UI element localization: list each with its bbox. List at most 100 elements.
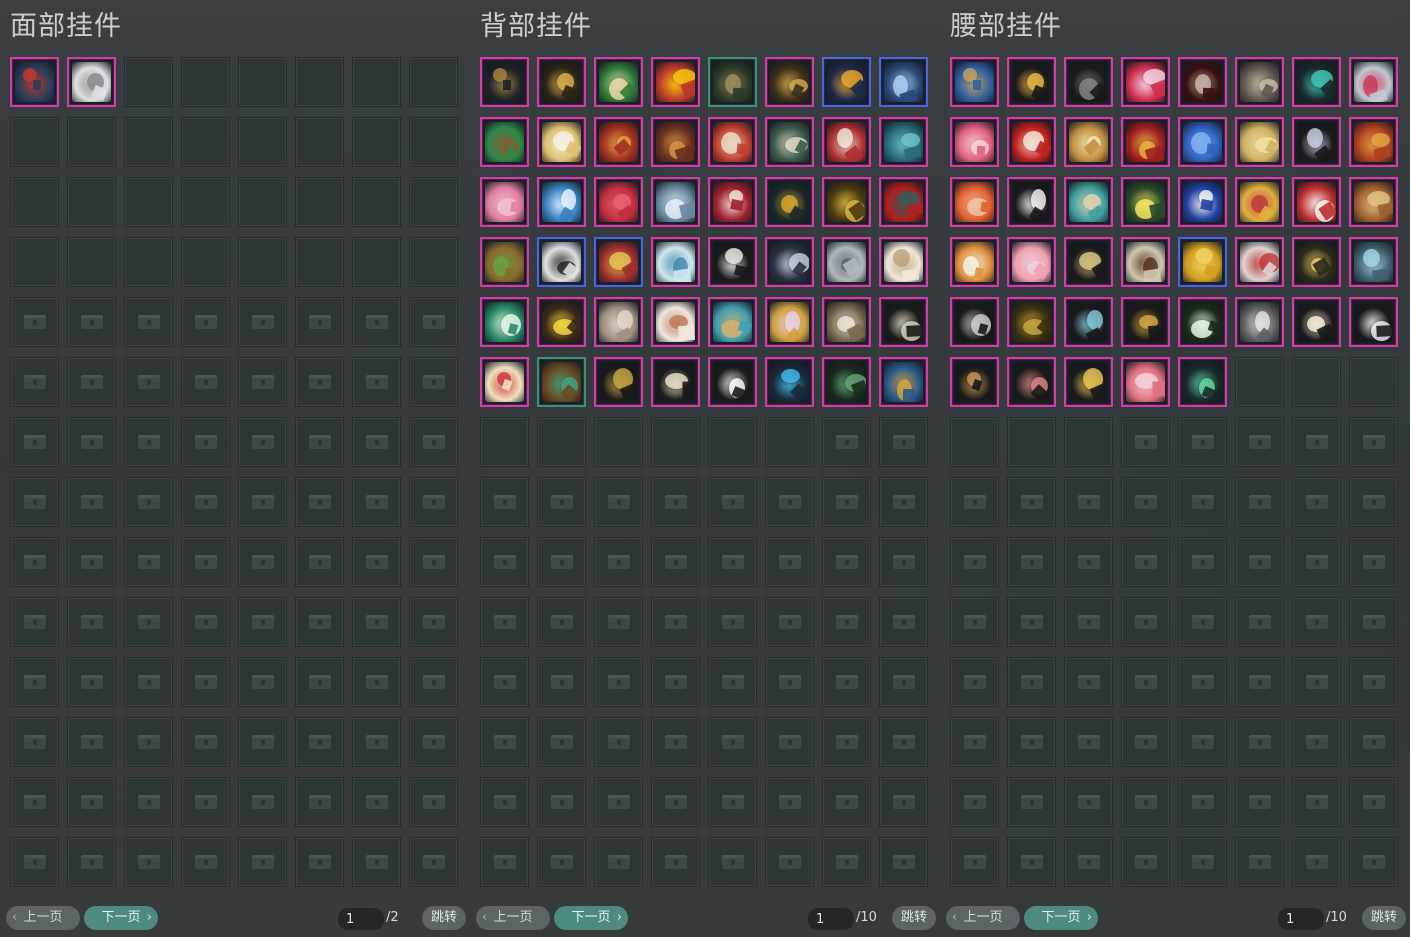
pendant-slot[interactable] [537, 297, 586, 347]
pendant-slot[interactable] [1121, 237, 1170, 287]
pendant-slot[interactable] [879, 297, 928, 347]
page-number-input[interactable] [338, 908, 384, 930]
pendant-slot[interactable] [1235, 237, 1284, 287]
empty-slot[interactable] [352, 177, 401, 227]
next-page-button[interactable]: 下一页 [554, 906, 628, 930]
empty-slot[interactable] [409, 117, 458, 167]
empty-slot[interactable] [651, 417, 700, 467]
pendant-slot[interactable] [822, 237, 871, 287]
pendant-slot[interactable] [1349, 297, 1398, 347]
pendant-slot[interactable] [480, 357, 529, 407]
pendant-slot[interactable] [480, 297, 529, 347]
pendant-slot[interactable] [480, 177, 529, 227]
pendant-slot[interactable] [879, 117, 928, 167]
prev-page-button[interactable]: 上一页 [476, 906, 550, 930]
pendant-slot[interactable] [1121, 297, 1170, 347]
pendant-slot[interactable] [1007, 297, 1056, 347]
pendant-slot[interactable] [950, 177, 999, 227]
pendant-slot[interactable] [765, 57, 814, 107]
empty-slot[interactable] [181, 57, 230, 107]
pendant-slot[interactable] [822, 177, 871, 227]
pendant-slot[interactable] [537, 117, 586, 167]
empty-slot[interactable] [352, 117, 401, 167]
pendant-slot[interactable] [651, 297, 700, 347]
empty-slot[interactable] [409, 237, 458, 287]
pendant-slot[interactable] [480, 57, 529, 107]
pendant-slot[interactable] [822, 117, 871, 167]
empty-slot[interactable] [1064, 417, 1113, 467]
empty-slot[interactable] [537, 417, 586, 467]
empty-slot[interactable] [181, 177, 230, 227]
empty-slot[interactable] [1235, 357, 1284, 407]
pendant-slot[interactable] [1178, 237, 1227, 287]
pendant-slot[interactable] [879, 237, 928, 287]
pendant-slot[interactable] [1235, 177, 1284, 227]
empty-slot[interactable] [67, 237, 116, 287]
pendant-slot[interactable] [765, 177, 814, 227]
pendant-slot[interactable] [1178, 177, 1227, 227]
pendant-slot[interactable] [537, 57, 586, 107]
pendant-slot[interactable] [1064, 117, 1113, 167]
pendant-slot[interactable] [1235, 117, 1284, 167]
pendant-slot[interactable] [950, 237, 999, 287]
empty-slot[interactable] [124, 177, 173, 227]
pendant-slot[interactable] [480, 117, 529, 167]
empty-slot[interactable] [295, 117, 344, 167]
empty-slot[interactable] [238, 237, 287, 287]
pendant-slot[interactable] [950, 357, 999, 407]
pendant-slot[interactable] [1292, 117, 1341, 167]
empty-slot[interactable] [124, 117, 173, 167]
pendant-slot[interactable] [594, 357, 643, 407]
empty-slot[interactable] [67, 177, 116, 227]
empty-slot[interactable] [352, 237, 401, 287]
prev-page-button[interactable]: 上一页 [946, 906, 1020, 930]
empty-slot[interactable] [409, 177, 458, 227]
pendant-slot[interactable] [651, 117, 700, 167]
empty-slot[interactable] [124, 57, 173, 107]
pendant-slot[interactable] [1064, 297, 1113, 347]
pendant-slot[interactable] [1178, 57, 1227, 107]
pendant-slot[interactable] [537, 177, 586, 227]
pendant-slot[interactable] [879, 57, 928, 107]
pendant-slot[interactable] [594, 117, 643, 167]
empty-slot[interactable] [238, 117, 287, 167]
pendant-slot[interactable] [1121, 117, 1170, 167]
pendant-slot[interactable] [708, 117, 757, 167]
pendant-slot[interactable] [1292, 177, 1341, 227]
empty-slot[interactable] [765, 417, 814, 467]
empty-slot[interactable] [480, 417, 529, 467]
pendant-slot[interactable] [480, 237, 529, 287]
empty-slot[interactable] [124, 237, 173, 287]
prev-page-button[interactable]: 上一页 [6, 906, 80, 930]
next-page-button[interactable]: 下一页 [84, 906, 158, 930]
empty-slot[interactable] [295, 57, 344, 107]
empty-slot[interactable] [67, 117, 116, 167]
pendant-slot[interactable] [67, 57, 116, 107]
empty-slot[interactable] [1292, 357, 1341, 407]
pendant-slot[interactable] [1007, 177, 1056, 227]
empty-slot[interactable] [594, 417, 643, 467]
pendant-slot[interactable] [1235, 297, 1284, 347]
pendant-slot[interactable] [822, 357, 871, 407]
empty-slot[interactable] [10, 117, 59, 167]
pendant-slot[interactable] [1235, 57, 1284, 107]
pendant-slot[interactable] [1349, 177, 1398, 227]
empty-slot[interactable] [1007, 417, 1056, 467]
pendant-slot[interactable] [594, 57, 643, 107]
empty-slot[interactable] [708, 417, 757, 467]
pendant-slot[interactable] [1007, 57, 1056, 107]
pendant-slot[interactable] [1349, 57, 1398, 107]
pendant-slot[interactable] [537, 357, 586, 407]
pendant-slot[interactable] [1292, 57, 1341, 107]
pendant-slot[interactable] [1064, 357, 1113, 407]
pendant-slot[interactable] [537, 237, 586, 287]
pendant-slot[interactable] [708, 57, 757, 107]
pendant-slot[interactable] [1064, 57, 1113, 107]
pendant-slot[interactable] [708, 237, 757, 287]
empty-slot[interactable] [409, 57, 458, 107]
pendant-slot[interactable] [765, 117, 814, 167]
pendant-slot[interactable] [765, 357, 814, 407]
pendant-slot[interactable] [879, 177, 928, 227]
pendant-slot[interactable] [1349, 117, 1398, 167]
jump-button[interactable]: 跳转 [1362, 906, 1406, 930]
